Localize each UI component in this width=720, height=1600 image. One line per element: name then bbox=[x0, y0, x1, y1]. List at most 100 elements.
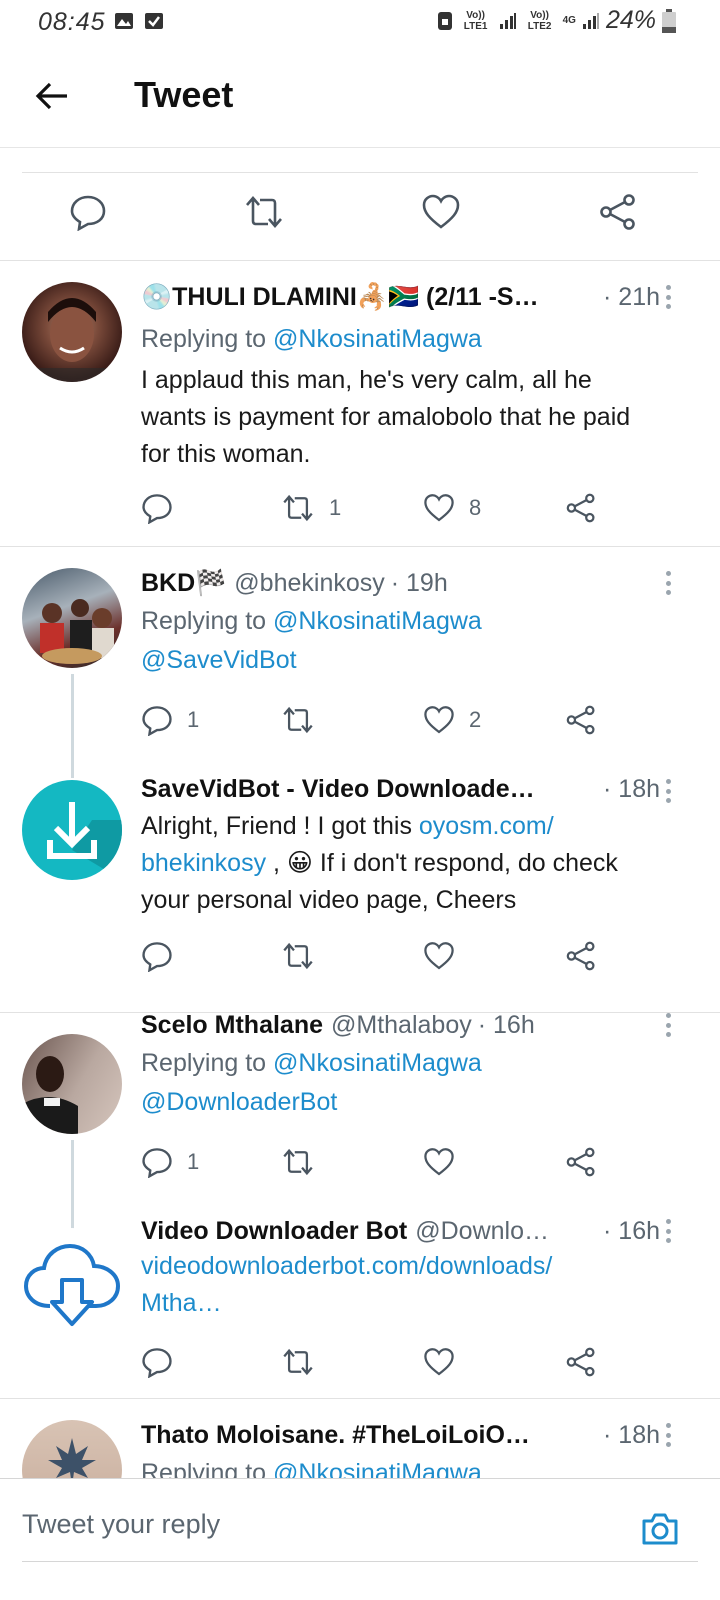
cloud-download-icon bbox=[23, 1243, 121, 1326]
avatar[interactable] bbox=[22, 282, 122, 382]
more-options-button[interactable] bbox=[660, 1420, 676, 1450]
signal-icon bbox=[499, 12, 516, 29]
like-button[interactable] bbox=[419, 190, 463, 234]
like-button[interactable] bbox=[423, 936, 469, 976]
camera-button[interactable] bbox=[638, 1507, 682, 1551]
share-button[interactable] bbox=[565, 1142, 597, 1182]
tweet-text: Alright, Friend ! I got this oyosm.com/ … bbox=[141, 808, 661, 919]
retweet-button[interactable] bbox=[242, 190, 286, 234]
author-name[interactable]: BKD🏁 bbox=[141, 566, 226, 600]
author-handle[interactable]: @Mthalaboy bbox=[331, 1008, 472, 1042]
retweet-button[interactable] bbox=[281, 700, 329, 740]
author-name[interactable]: SaveVidBot - Video Downloade… bbox=[141, 772, 535, 806]
tweet-time: · 18h bbox=[603, 775, 660, 803]
reply-button[interactable] bbox=[141, 488, 187, 528]
replying-prefix: Replying to bbox=[141, 1459, 267, 1478]
heart-icon bbox=[424, 1348, 454, 1376]
reply-button[interactable] bbox=[66, 190, 110, 234]
mention-link[interactable]: @SaveVidBot bbox=[141, 646, 297, 674]
replying-to: Replying to @NkosinatiMagwa bbox=[141, 1456, 661, 1478]
divider bbox=[0, 260, 720, 261]
url-link[interactable]: oyosm.com/ bbox=[419, 812, 554, 840]
retweet-icon bbox=[283, 494, 313, 522]
retweet-count: 1 bbox=[329, 495, 342, 520]
reply-icon bbox=[142, 1148, 172, 1178]
retweet-button[interactable]: 1 bbox=[281, 488, 341, 528]
download-logo-icon bbox=[47, 802, 122, 880]
reply-icon bbox=[142, 942, 172, 972]
reply-icon bbox=[70, 195, 106, 231]
tweet-time: · 19h bbox=[390, 569, 448, 597]
share-button[interactable] bbox=[565, 700, 597, 740]
mention-link[interactable]: @NkosinatiMagwa bbox=[273, 1459, 482, 1478]
tweet-actions bbox=[141, 1342, 611, 1382]
reply-button[interactable]: 1 bbox=[141, 1142, 199, 1182]
back-button[interactable] bbox=[32, 76, 72, 116]
reply-button[interactable] bbox=[141, 936, 187, 976]
heart-icon bbox=[422, 194, 460, 229]
reply-button[interactable] bbox=[141, 1342, 187, 1382]
share-icon bbox=[566, 1147, 595, 1177]
url-link[interactable]: bhekinkosy bbox=[141, 849, 266, 877]
retweet-icon bbox=[283, 942, 313, 970]
retweet-icon bbox=[283, 1148, 313, 1176]
status-right: Vo)) LTE1 Vo)) LTE2 4G 24% bbox=[437, 6, 676, 35]
url-link[interactable]: Mtha… bbox=[141, 1289, 222, 1317]
author-name[interactable]: 💿THULI DLAMINI🦂🇿🇦 (2/11 -S… bbox=[141, 280, 539, 314]
retweet-icon bbox=[283, 1348, 313, 1376]
avatar[interactable] bbox=[22, 568, 122, 668]
check-icon bbox=[145, 13, 163, 29]
retweet-button[interactable] bbox=[281, 1142, 329, 1182]
reply-button[interactable]: 1 bbox=[141, 700, 199, 740]
replying-to: Replying to @NkosinatiMagwa bbox=[141, 1046, 661, 1080]
retweet-icon bbox=[283, 706, 313, 734]
heart-icon bbox=[424, 494, 454, 522]
retweet-button[interactable] bbox=[281, 1342, 329, 1382]
like-button[interactable] bbox=[423, 1342, 469, 1382]
mention-link[interactable]: @NkosinatiMagwa bbox=[273, 325, 482, 353]
avatar[interactable] bbox=[22, 1420, 122, 1478]
tweet-time: · 21h bbox=[603, 283, 660, 311]
more-options-button[interactable] bbox=[660, 776, 676, 806]
image-icon bbox=[115, 13, 133, 29]
author-name[interactable]: Thato Moloisane. #TheLoiLoiO… bbox=[141, 1418, 530, 1452]
status-time: 08:45 bbox=[38, 8, 106, 36]
author-name[interactable]: Scelo Mthalane bbox=[141, 1008, 323, 1042]
more-options-button[interactable] bbox=[660, 282, 676, 312]
author-handle[interactable]: @bhekinkosy bbox=[234, 566, 384, 600]
author-name[interactable]: Video Downloader Bot bbox=[141, 1214, 407, 1248]
retweet-icon bbox=[246, 196, 282, 228]
avatar[interactable] bbox=[22, 780, 122, 880]
share-button[interactable] bbox=[596, 190, 640, 234]
avatar[interactable] bbox=[22, 1034, 122, 1134]
more-options-button[interactable] bbox=[660, 1216, 676, 1246]
reply-icon bbox=[142, 494, 172, 524]
lock-icon bbox=[437, 11, 452, 30]
mention-link[interactable]: @NkosinatiMagwa bbox=[273, 607, 482, 635]
like-button[interactable]: 8 bbox=[423, 488, 481, 528]
mention-link[interactable]: @DownloaderBot bbox=[141, 1088, 337, 1116]
retweet-button[interactable] bbox=[281, 936, 329, 976]
sim2-label: Vo)) LTE2 bbox=[527, 9, 552, 32]
author-handle[interactable]: @Downlo… bbox=[415, 1214, 549, 1248]
share-button[interactable] bbox=[565, 1342, 597, 1382]
reply-input[interactable]: Tweet your reply bbox=[22, 1509, 220, 1540]
share-button[interactable] bbox=[565, 488, 597, 528]
tweet-time: · 18h bbox=[603, 1421, 660, 1449]
signal-icon bbox=[582, 12, 599, 29]
avatar-image bbox=[22, 298, 122, 382]
tweet-text-part: Alright, Friend ! I got this bbox=[141, 812, 419, 840]
divider bbox=[22, 172, 698, 173]
divider bbox=[22, 1561, 698, 1562]
like-button[interactable]: 2 bbox=[423, 700, 481, 740]
more-options-button[interactable] bbox=[660, 568, 676, 598]
more-options-button[interactable] bbox=[660, 1010, 676, 1040]
url-link[interactable]: videodownloaderbot.com/downloads/ bbox=[141, 1252, 552, 1280]
avatar-image bbox=[48, 1438, 96, 1478]
mention-link[interactable]: @NkosinatiMagwa bbox=[273, 1049, 482, 1077]
battery-percent: 24% bbox=[605, 6, 656, 34]
like-button[interactable] bbox=[423, 1142, 469, 1182]
share-button[interactable] bbox=[565, 936, 597, 976]
avatar[interactable] bbox=[22, 1228, 122, 1328]
network-label: 4G bbox=[562, 15, 576, 26]
